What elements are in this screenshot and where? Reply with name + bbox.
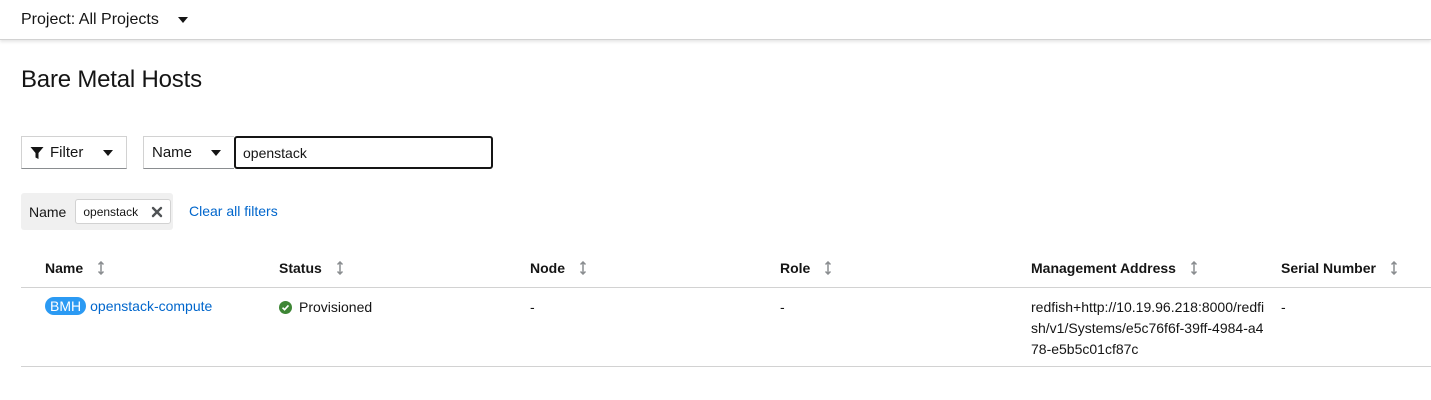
- filter-chip: openstack: [75, 199, 172, 224]
- column-header-serial-number[interactable]: Serial Number: [1281, 260, 1398, 276]
- filter-dropdown-label: Filter: [50, 144, 84, 161]
- role-cell: -: [780, 299, 785, 315]
- column-header-node[interactable]: Node: [530, 260, 587, 276]
- sort-icon: [579, 261, 587, 275]
- sort-icon: [1190, 261, 1197, 275]
- column-label: Management Address: [1031, 260, 1176, 276]
- column-header-name[interactable]: Name: [45, 260, 105, 276]
- status-text: Provisioned: [299, 299, 373, 315]
- table-row: BMH openstack-compute Provisioned - - red…: [21, 288, 1431, 367]
- project-selector[interactable]: Project: All Projects: [21, 11, 188, 29]
- sort-icon: [825, 261, 832, 275]
- chip-category-label: Name: [29, 203, 67, 220]
- chip-value: openstack: [83, 204, 139, 219]
- host-name-cell: BMH openstack-compute: [45, 296, 212, 317]
- column-header-status[interactable]: Status: [279, 260, 344, 276]
- clear-all-filters-link[interactable]: Clear all filters: [189, 203, 278, 219]
- column-label: Role: [780, 260, 811, 276]
- resource-badge: BMH: [45, 297, 87, 315]
- sort-icon: [336, 261, 343, 275]
- host-name-link[interactable]: openstack-compute: [90, 298, 212, 314]
- name-dropdown-label: Name: [152, 144, 193, 161]
- caret-down-icon: [103, 149, 114, 156]
- sort-icon: [1390, 261, 1397, 275]
- sort-icon: [98, 261, 105, 275]
- column-label: Node: [530, 260, 565, 276]
- close-icon[interactable]: [151, 206, 163, 218]
- check-circle-icon: [279, 301, 292, 314]
- filter-attribute-dropdown[interactable]: Name: [143, 136, 234, 169]
- node-cell: -: [530, 299, 535, 315]
- hosts-table: Name Status Node Role Management Address…: [21, 249, 1431, 367]
- filter-type-dropdown[interactable]: Filter: [21, 136, 127, 169]
- management-address-cell: redfish+http://10.19.96.218:8000/redfish…: [1031, 299, 1265, 357]
- search-input[interactable]: [234, 136, 493, 169]
- filter-chip-group: Name openstack: [21, 193, 173, 230]
- page-title: Bare Metal Hosts: [21, 66, 202, 93]
- status-cell: Provisioned: [279, 297, 372, 318]
- column-header-management-address[interactable]: Management Address: [1031, 260, 1198, 276]
- table-header: Name Status Node Role Management Address…: [21, 249, 1431, 288]
- project-bar: Project: All Projects: [0, 0, 1431, 40]
- column-label: Name: [45, 260, 84, 276]
- column-label: Serial Number: [1281, 260, 1376, 276]
- filter-icon: [30, 146, 44, 159]
- serial-number-cell: -: [1281, 299, 1286, 315]
- project-label: Project: All Projects: [21, 10, 159, 28]
- filter-toolbar: Filter Name: [21, 136, 493, 169]
- column-label: Status: [279, 260, 322, 276]
- caret-down-icon: [177, 16, 188, 23]
- caret-down-icon: [211, 149, 222, 156]
- column-header-role[interactable]: Role: [780, 260, 832, 276]
